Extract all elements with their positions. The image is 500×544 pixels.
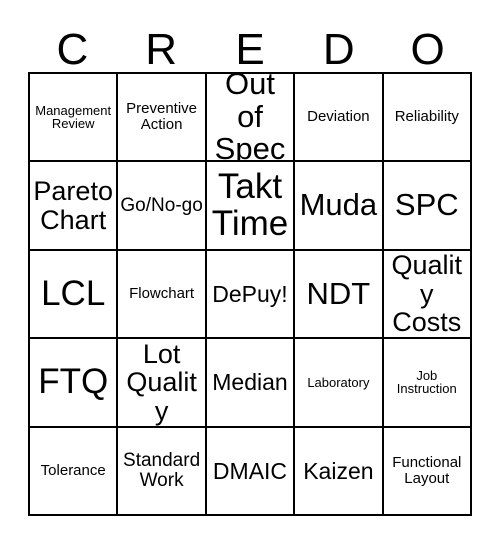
bingo-cell-label: Lot Quality xyxy=(126,339,197,426)
bingo-cell-label: Takt Time xyxy=(211,166,289,243)
header-letter-1: C xyxy=(56,25,89,74)
bingo-cell-label: DMAIC xyxy=(212,457,288,484)
bingo-cell[interactable]: Standard Work xyxy=(118,427,207,516)
header-letter-4: D xyxy=(322,25,355,74)
bingo-cell-label: Reliability xyxy=(394,108,459,126)
bingo-cell[interactable]: Management Review xyxy=(30,74,119,163)
bingo-cell-label: Standard Work xyxy=(123,449,201,491)
bingo-cell[interactable]: DePuy! xyxy=(206,250,296,340)
bingo-cell[interactable]: LCL xyxy=(30,250,119,340)
bingo-grid: Management Review Preventive Action Out … xyxy=(28,72,472,516)
bingo-cell-label: NDT xyxy=(306,275,371,311)
bingo-cell[interactable]: Flowchart xyxy=(118,250,207,340)
header-letter-5: O xyxy=(410,25,445,74)
bingo-cell-label: Kaizen xyxy=(303,457,374,484)
bingo-cell[interactable]: Out of Spec xyxy=(206,74,296,163)
bingo-cell-label: Flowchart xyxy=(129,285,195,303)
bingo-cell[interactable]: Kaizen xyxy=(295,427,384,516)
bingo-cell-label: Muda xyxy=(299,187,378,223)
header-letter-3: E xyxy=(235,25,265,74)
bingo-cell[interactable]: Functional Layout xyxy=(383,427,472,516)
bingo-cell[interactable]: NDT xyxy=(295,250,384,340)
bingo-cell[interactable]: Muda xyxy=(295,162,384,251)
bingo-cell[interactable]: Deviation xyxy=(295,74,384,163)
bingo-cell-label: SPC xyxy=(394,187,459,223)
bingo-cell-label: Deviation xyxy=(307,108,370,126)
bingo-cell-label: Tolerance xyxy=(40,461,106,479)
bingo-cell-label: Preventive Action xyxy=(126,100,198,134)
bingo-cell[interactable]: DMAIC xyxy=(206,427,296,516)
bingo-card: C R E D O Management Review Preventive A… xyxy=(0,0,500,544)
bingo-cell-label: DePuy! xyxy=(212,280,288,307)
bingo-cell-label: Management Review xyxy=(35,102,112,132)
bingo-cell-label: Quality Costs xyxy=(391,250,463,338)
bingo-cell[interactable]: Lot Quality xyxy=(118,339,207,428)
header-letter-2: R xyxy=(145,25,178,74)
bingo-cell-label: FTQ xyxy=(38,362,109,402)
bingo-cell[interactable]: Takt Time xyxy=(206,162,296,251)
bingo-cell[interactable]: Preventive Action xyxy=(118,74,207,163)
bingo-cell-label: LCL xyxy=(41,273,106,313)
bingo-cell-label: Median xyxy=(212,369,288,396)
bingo-cell-label: Functional Layout xyxy=(392,454,462,487)
bingo-cell[interactable]: Job Instruction xyxy=(383,339,472,428)
bingo-cell[interactable]: Pareto Chart xyxy=(30,162,119,251)
bingo-cell[interactable]: SPC xyxy=(383,162,472,251)
bingo-cell-label: Job Instruction xyxy=(396,367,457,397)
bingo-cell[interactable]: Reliability xyxy=(383,74,472,163)
bingo-header: C R E D O xyxy=(28,18,472,72)
bingo-cell[interactable]: Quality Costs xyxy=(383,250,472,340)
bingo-cell[interactable]: Tolerance xyxy=(30,427,119,516)
bingo-cell[interactable]: Median xyxy=(206,339,296,428)
bingo-cell[interactable]: Go/No-go xyxy=(118,162,207,251)
bingo-cell-label: Go/No-go xyxy=(120,194,203,216)
bingo-cell[interactable]: Laboratory xyxy=(295,339,384,428)
bingo-cell[interactable]: FTQ xyxy=(30,339,119,428)
bingo-cell-label: Pareto Chart xyxy=(33,176,113,235)
bingo-cell-label: Laboratory xyxy=(307,374,370,390)
bingo-cell-label: Out of Spec xyxy=(214,74,286,163)
